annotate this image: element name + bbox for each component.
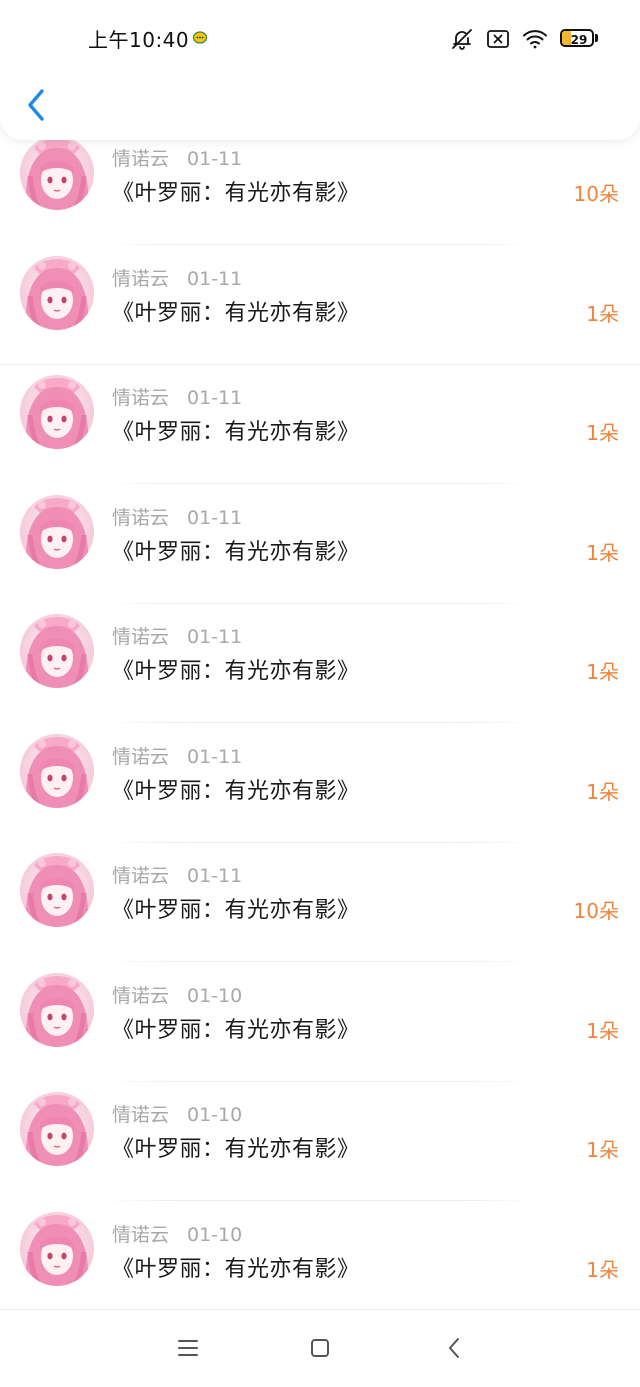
header: 上午10:40 29 <box>0 0 640 140</box>
chat-bubble-icon <box>192 30 208 46</box>
menu-icon <box>177 1339 199 1361</box>
status-icons: 29 <box>450 24 600 54</box>
status-bar: 上午10:40 29 <box>0 0 640 76</box>
status-time: 上午10:40 <box>88 28 190 52</box>
chevron-left-icon <box>26 88 46 126</box>
flower-count: 1朵 <box>586 1138 619 1162</box>
item-date: 01-10 <box>187 1223 243 1246</box>
item-meta: 情诺云 01-11 <box>112 264 242 291</box>
item-date: 01-11 <box>187 506 243 529</box>
screen: 情诺云 01-11 《叶罗丽：有光亦有影》 10朵 情诺云 01-11 《叶罗丽：有… <box>0 0 640 1387</box>
sender-name: 情诺云 <box>112 1104 170 1126</box>
system-nav-bar <box>0 1309 640 1387</box>
flower-count: 10朵 <box>573 899 619 923</box>
item-date: 01-11 <box>187 865 243 887</box>
sender-name: 情诺云 <box>112 267 170 290</box>
work-title: 《叶罗丽：有光亦有影》 <box>112 1256 360 1282</box>
mute-bell-icon <box>450 27 474 51</box>
work-title: 《叶罗丽：有光亦有影》 <box>112 898 360 923</box>
list-item[interactable]: 情诺云 01-11 《叶罗丽：有光亦有影》 1朵 <box>0 604 640 723</box>
sender-name: 情诺云 <box>112 745 170 768</box>
home-square-icon <box>310 1338 330 1362</box>
work-title: 《叶罗丽：有光亦有影》 <box>112 420 360 445</box>
work-title: 《叶罗丽：有光亦有影》 <box>112 539 360 565</box>
menu-button[interactable] <box>170 1332 206 1368</box>
work-title: 《叶罗丽：有光亦有影》 <box>112 778 360 804</box>
flower-count: 10朵 <box>573 182 619 206</box>
battery-level: 29 <box>570 33 588 47</box>
item-date: 01-11 <box>187 745 243 768</box>
list-item[interactable]: 情诺云 01-10 《叶罗丽：有光亦有影》 1朵 <box>0 1082 640 1201</box>
avatar[interactable] <box>20 614 94 688</box>
avatar[interactable] <box>20 136 94 210</box>
list-item[interactable]: 情诺云 01-11 《叶罗丽：有光亦有影》 10朵 <box>0 843 640 962</box>
sender-name: 情诺云 <box>112 1223 170 1246</box>
sender-name: 情诺云 <box>112 865 170 887</box>
work-title: 《叶罗丽：有光亦有影》 <box>112 659 360 684</box>
sender-name: 情诺云 <box>112 387 170 409</box>
list-item[interactable]: 情诺云 01-11 《叶罗丽：有光亦有影》 1朵 <box>0 365 640 484</box>
flower-count: 1朵 <box>586 1257 619 1282</box>
flower-count: 1朵 <box>586 779 619 804</box>
list-item[interactable]: 情诺云 01-11 《叶罗丽：有光亦有影》 1朵 <box>0 246 640 365</box>
list-item[interactable]: 情诺云 01-10 《叶罗丽：有光亦有影》 1朵 <box>0 963 640 1082</box>
avatar[interactable] <box>20 494 94 569</box>
list-item[interactable]: 情诺云 01-10 《叶罗丽：有光亦有影》 1朵 <box>0 1202 640 1321</box>
sender-name: 情诺云 <box>112 626 170 648</box>
item-date: 01-11 <box>187 626 243 648</box>
item-meta: 情诺云 01-11 <box>112 383 242 410</box>
item-meta: 情诺云 01-11 <box>112 742 242 769</box>
item-date: 01-10 <box>187 984 243 1007</box>
system-back-button[interactable] <box>436 1332 472 1368</box>
avatar[interactable] <box>20 375 94 449</box>
item-meta: 情诺云 01-10 <box>112 981 242 1008</box>
flower-count: 1朵 <box>586 301 619 326</box>
avatar[interactable] <box>20 255 94 330</box>
item-date: 01-10 <box>187 1104 243 1126</box>
list-item[interactable]: 情诺云 01-11 《叶罗丽：有光亦有影》 10朵 <box>0 126 640 245</box>
flower-count: 1朵 <box>586 540 619 565</box>
work-title: 《叶罗丽：有光亦有影》 <box>112 181 360 206</box>
item-date: 01-11 <box>187 267 243 290</box>
list-item[interactable]: 情诺云 01-11 《叶罗丽：有光亦有影》 1朵 <box>0 724 640 843</box>
avatar[interactable] <box>20 1211 94 1286</box>
work-title: 《叶罗丽：有光亦有影》 <box>112 1137 360 1162</box>
item-meta: 情诺云 01-10 <box>112 1220 242 1247</box>
back-triangle-icon <box>447 1337 461 1363</box>
item-date: 01-11 <box>187 387 243 409</box>
flower-count: 1朵 <box>586 660 619 684</box>
flower-count: 1朵 <box>586 1018 619 1043</box>
avatar[interactable] <box>20 972 94 1047</box>
item-date: 01-11 <box>187 148 243 170</box>
avatar[interactable] <box>20 1092 94 1166</box>
flower-count: 1朵 <box>586 421 619 445</box>
list-item[interactable]: 情诺云 01-11 《叶罗丽：有光亦有影》 1朵 <box>0 485 640 604</box>
avatar[interactable] <box>20 733 94 808</box>
item-meta: 情诺云 01-11 <box>112 144 242 171</box>
work-title: 《叶罗丽：有光亦有影》 <box>112 300 360 326</box>
home-button[interactable] <box>302 1332 338 1368</box>
wifi-icon <box>522 28 548 50</box>
sim-off-icon <box>486 28 510 50</box>
item-meta: 情诺云 01-11 <box>112 622 242 649</box>
back-button[interactable] <box>18 82 54 132</box>
item-meta: 情诺云 01-11 <box>112 503 242 530</box>
battery-icon: 29 <box>560 29 600 49</box>
sender-name: 情诺云 <box>112 984 170 1007</box>
avatar[interactable] <box>20 853 94 927</box>
work-title: 《叶罗丽：有光亦有影》 <box>112 1017 360 1043</box>
item-meta: 情诺云 01-10 <box>112 1100 242 1127</box>
sender-name: 情诺云 <box>112 506 170 529</box>
item-meta: 情诺云 01-11 <box>112 861 242 888</box>
sender-name: 情诺云 <box>112 148 170 170</box>
